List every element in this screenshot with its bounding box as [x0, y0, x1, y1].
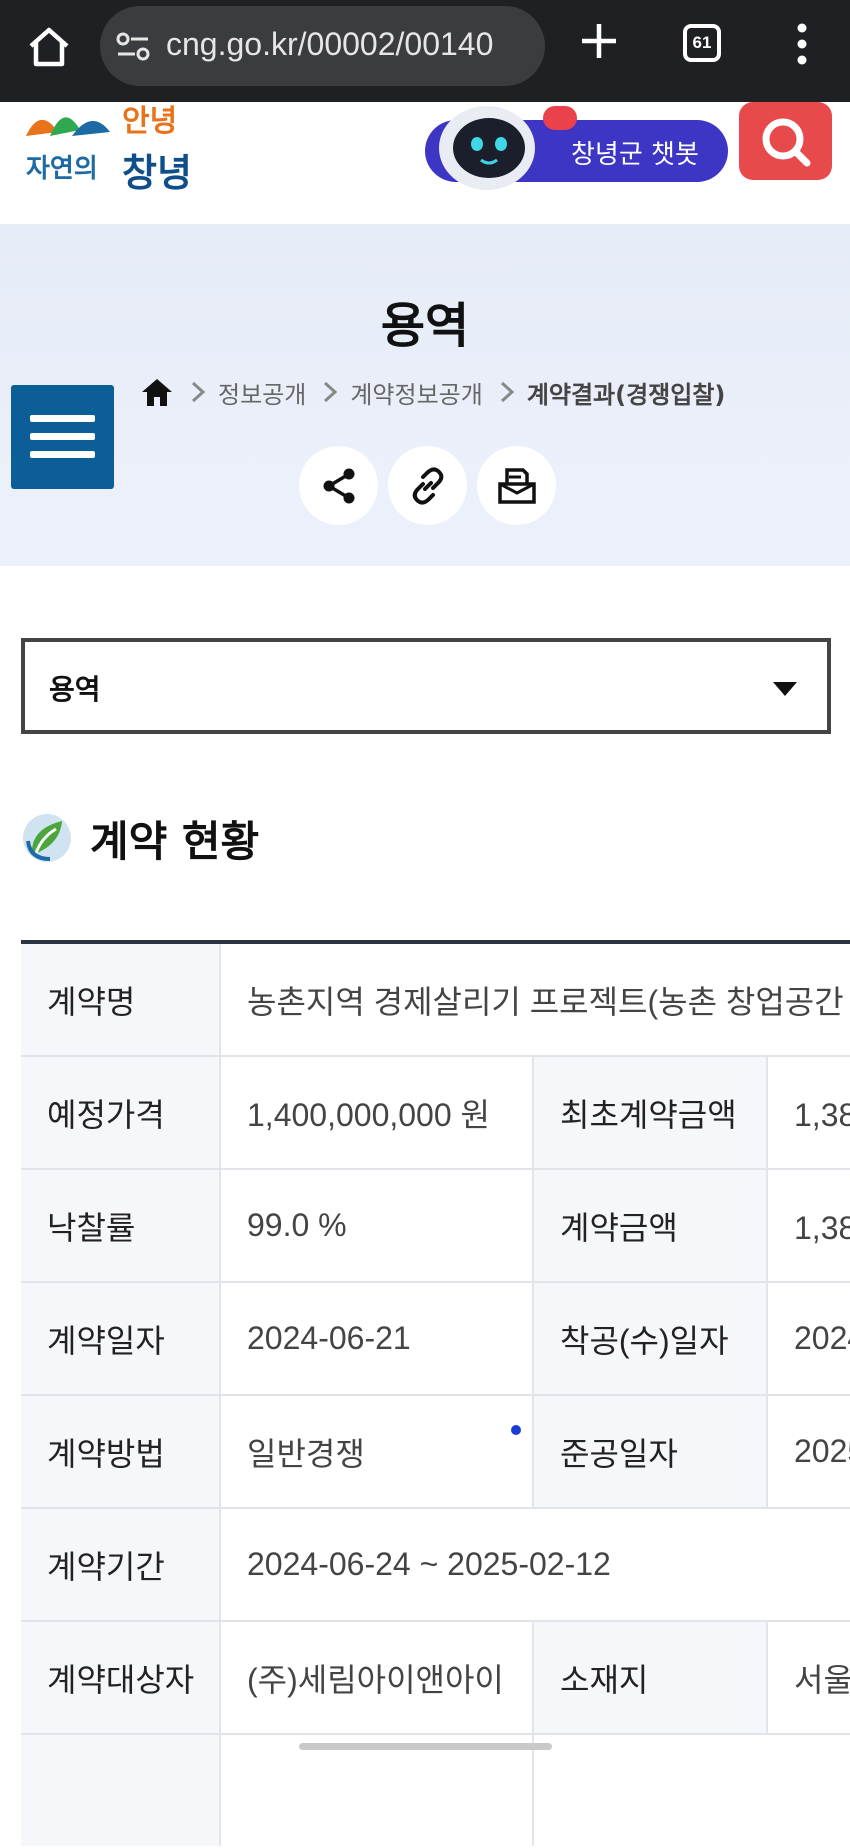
link-icon — [412, 467, 444, 505]
chatbot-label: 창녕군 챗봇 — [571, 140, 699, 170]
page-title: 용역 — [380, 298, 470, 354]
copy-link-button[interactable] — [388, 446, 467, 525]
table-value-cell: 1,386,000,000 원 — [794, 1209, 850, 1246]
print-icon — [498, 468, 536, 504]
plus-icon[interactable] — [578, 20, 620, 62]
table-value-cell: 농촌지역 경제살리기 프로젝트(농촌 창업공간 조성사업) — [247, 983, 850, 1020]
page-hero: 용역 정보공개 계약정보공개 계약결과(경쟁입찰) — [0, 226, 850, 566]
table-value-cell: 1,386,000,000 원 — [794, 1096, 850, 1133]
table-value-cell: 서울특별시 — [794, 1661, 850, 1698]
table-row: 계약명 농촌지역 경제살리기 프로젝트(농촌 창업공간 조성사업) — [21, 944, 850, 1057]
table-value-cell: (주)세림아이앤아이 — [221, 1622, 534, 1733]
category-select-value: 용역 — [49, 673, 101, 706]
table-value-cell: 99.0 % — [221, 1170, 534, 1281]
logo-small-text: 자연의 — [26, 154, 98, 184]
table-value-cell: 2024-06-21 — [221, 1283, 534, 1394]
browser-toolbar: cng.go.kr/00002/00140 61 — [0, 0, 850, 102]
chevron-right-icon — [191, 381, 206, 403]
table-row: 예정가격 1,400,000,000 원 최초계약금액 1,386,000,00… — [21, 1057, 850, 1170]
search-button[interactable] — [739, 102, 832, 180]
table-row: 낙찰률 99.0 % 계약금액 1,386,000,000 원 — [21, 1170, 850, 1283]
home-icon[interactable] — [140, 376, 174, 408]
category-select[interactable]: 용역 — [21, 638, 831, 734]
section-title: 계약 현황 — [90, 816, 260, 866]
menu-icon-bar-3 — [30, 451, 95, 458]
table-header-cell: 낙찰률 — [21, 1170, 221, 1281]
print-button[interactable] — [477, 446, 556, 525]
table-value-cell: 1,400,000,000 원 — [221, 1057, 534, 1168]
table-header-cell: 착공(수)일자 — [534, 1283, 768, 1394]
table-header-cell — [21, 1735, 221, 1846]
table-value-cell: 2024-06-24 — [794, 1320, 850, 1356]
caret-down-icon — [773, 682, 797, 696]
logo-big-text: 창녕 — [122, 151, 192, 195]
table-value-cell — [221, 1735, 534, 1846]
table-header-cell: 계약대상자 — [21, 1622, 221, 1733]
table-header-cell: 계약명 — [21, 944, 221, 1055]
home-icon[interactable] — [26, 24, 72, 70]
chevron-right-icon — [324, 381, 338, 403]
table-header-cell: 예정가격 — [21, 1057, 221, 1168]
contract-table: 계약명 농촌지역 경제살리기 프로젝트(농촌 창업공간 조성사업) 예정가격 1… — [21, 940, 850, 1848]
share-button[interactable] — [299, 446, 378, 525]
table-header-cell: 최초계약금액 — [534, 1057, 768, 1168]
logo-mark-icon — [26, 117, 110, 136]
site-settings-icon[interactable] — [116, 32, 150, 62]
chatbot-notification-badge — [543, 106, 577, 130]
site-logo[interactable]: 안녕 자연의 창녕 — [18, 102, 208, 202]
table-value-cell: 2025-02-12 — [794, 1433, 850, 1469]
table-row — [21, 1735, 850, 1848]
table-header-cell: 준공일자 — [534, 1396, 768, 1507]
tabs-icon[interactable]: 61 — [683, 24, 721, 62]
table-header-cell: 계약방법 — [21, 1396, 221, 1507]
site-header: 안녕 자연의 창녕 창녕군 챗봇 — [0, 102, 850, 226]
table-header-cell: 소재지 — [534, 1622, 768, 1733]
table-header-cell: 계약일자 — [21, 1283, 221, 1394]
gesture-bar — [299, 1743, 552, 1750]
side-menu-button[interactable] — [11, 385, 114, 489]
table-header-cell: 계약금액 — [534, 1170, 768, 1281]
table-row: 계약기간 2024-06-24 ~ 2025-02-12 — [21, 1509, 850, 1622]
breadcrumb-current: 계약결과(경쟁입찰) — [526, 380, 726, 409]
search-icon — [762, 118, 811, 167]
url-text: cng.go.kr/00002/00140 — [166, 26, 494, 62]
section-header: 계약 현황 — [20, 808, 259, 868]
more-vert-icon[interactable] — [794, 22, 810, 66]
logo-top-text: 안녕 — [122, 104, 178, 139]
breadcrumb-item[interactable]: 정보공개 — [218, 375, 306, 410]
menu-icon-bar-2 — [30, 433, 95, 440]
table-value-cell: 일반경쟁 — [221, 1396, 534, 1507]
share-icon — [323, 468, 355, 504]
table-row: 계약방법 일반경쟁 준공일자 2025-02-12 — [21, 1396, 850, 1509]
breadcrumb-item[interactable]: 계약정보공개 — [350, 375, 482, 410]
table-row: 계약대상자 (주)세림아이앤아이 소재지 서울특별시 — [21, 1622, 850, 1735]
robot-icon — [439, 106, 535, 190]
breadcrumb: 정보공개 계약정보공개 계약결과(경쟁입찰) — [140, 372, 725, 412]
chatbot-button[interactable]: 창녕군 챗봇 — [425, 106, 728, 190]
table-header-cell: 계약기간 — [21, 1509, 221, 1620]
table-row: 계약일자 2024-06-21 착공(수)일자 2024-06-24 — [21, 1283, 850, 1396]
address-bar[interactable]: cng.go.kr/00002/00140 — [100, 6, 545, 86]
leaf-icon — [23, 814, 71, 862]
table-value-cell: 2024-06-24 ~ 2025-02-12 — [247, 1546, 611, 1582]
menu-icon-bar-1 — [30, 415, 95, 422]
tab-count: 61 — [692, 33, 712, 52]
indicator-dot — [511, 1425, 521, 1435]
chevron-right-icon — [500, 381, 515, 403]
